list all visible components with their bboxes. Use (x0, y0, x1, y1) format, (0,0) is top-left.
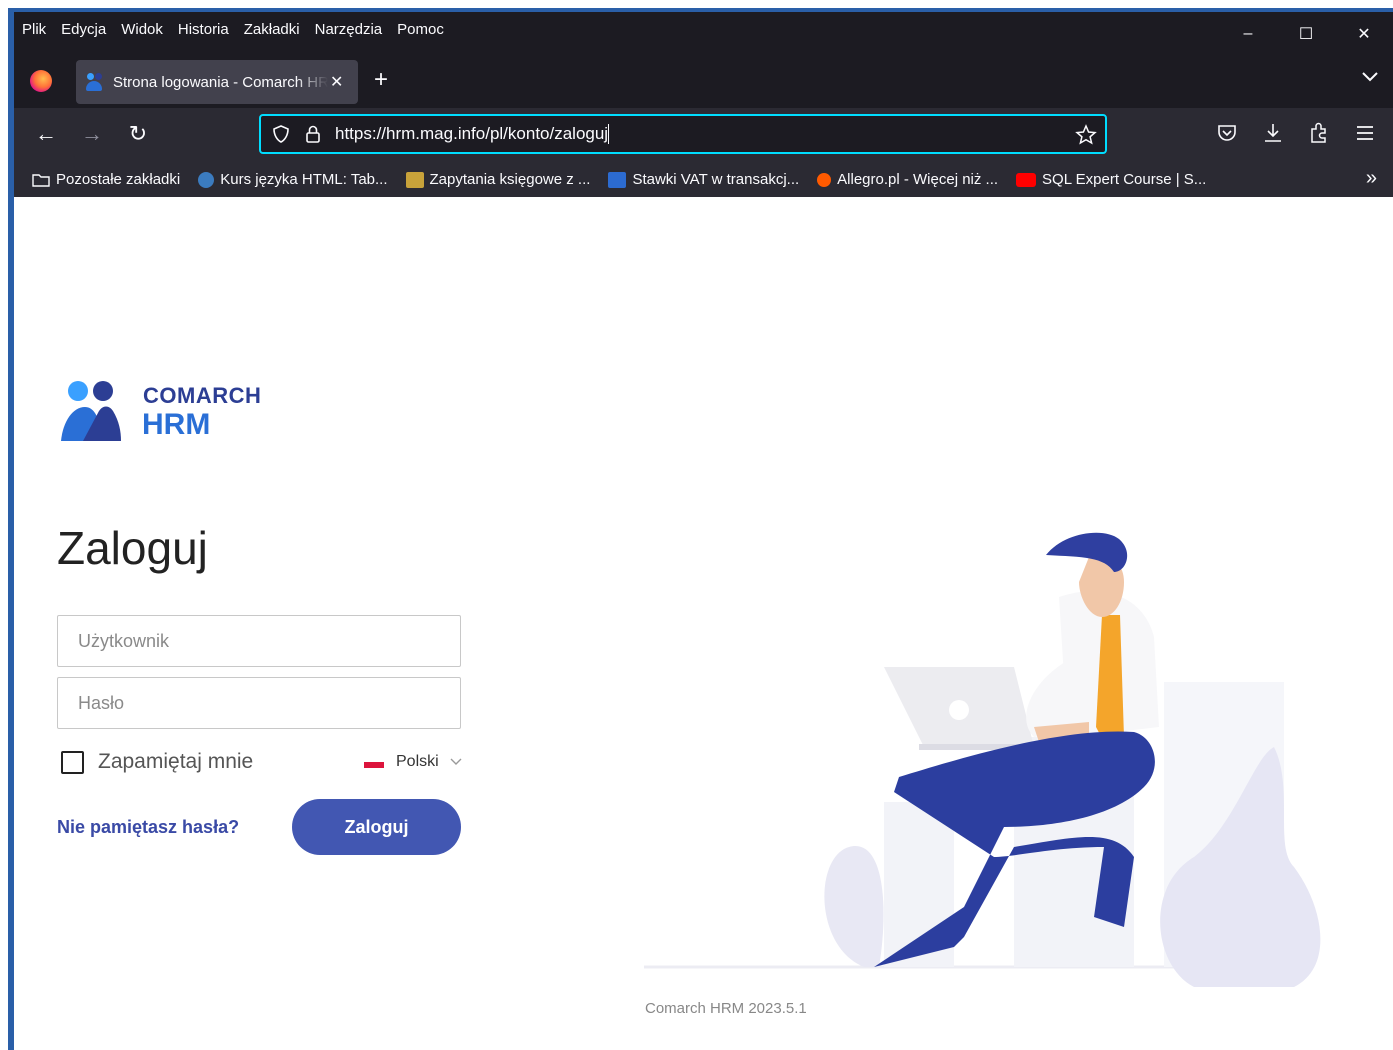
person-with-laptop-illustration (644, 532, 1321, 987)
bookmark-stawki-vat[interactable]: Stawki VAT w transakcj... (608, 171, 799, 188)
bookmark-zapytania[interactable]: Zapytania księgowe z ... (405, 171, 591, 188)
brand-name: COMARCH (143, 383, 262, 408)
menu-pomoc[interactable]: Pomoc (397, 21, 444, 38)
forward-button[interactable]: → (78, 120, 106, 148)
url-value: https://hrm.mag.info/pl/konto/zaloguj (335, 123, 609, 143)
bookmark-star-icon[interactable] (1075, 124, 1097, 146)
menu-historia[interactable]: Historia (178, 21, 229, 38)
close-icon: ✕ (1357, 26, 1371, 43)
back-arrow-icon: ← (35, 121, 57, 146)
close-window-button[interactable]: ✕ (1335, 12, 1393, 56)
bookmark-pozostale[interactable]: Pozostałe zakładki (32, 171, 180, 188)
bookmark-label: Kurs języka HTML: Tab... (220, 171, 388, 188)
site-icon (198, 171, 215, 188)
bookmark-allegro[interactable]: Allegro.pl - Więcej niż ... (817, 171, 998, 188)
text-caret (608, 124, 610, 145)
tab-login-page[interactable]: Strona logowania - Comarch HRM ✕ (76, 60, 358, 104)
folder-icon (32, 173, 50, 187)
back-button[interactable]: ← (32, 120, 60, 148)
forgot-password-link[interactable]: Nie pamiętasz hasła? (57, 817, 239, 838)
window-controls: – ☐ ✕ (1219, 12, 1393, 56)
extensions-icon[interactable] (1306, 120, 1332, 146)
address-bar[interactable]: https://hrm.mag.info/pl/konto/zaloguj (259, 114, 1107, 154)
browser-chrome: Plik Edycja Widok Historia Zakładki Narz… (14, 12, 1393, 197)
remember-me-label[interactable]: Zapamiętaj mnie (98, 750, 253, 774)
language-value: Polski (396, 753, 439, 770)
menu-widok[interactable]: Widok (121, 21, 163, 38)
bookmark-label: Zapytania księgowe z ... (429, 171, 591, 188)
comarch-favicon-icon (86, 73, 104, 91)
pocket-icon[interactable] (1214, 120, 1240, 146)
list-tabs-button[interactable] (1361, 70, 1379, 88)
navigation-toolbar: ← → ↻ https://hrm.mag.info/pl/konto/zalo… (14, 108, 1393, 162)
chevron-down-icon (450, 758, 462, 765)
allegro-icon (817, 172, 832, 187)
browser-window: Plik Edycja Widok Historia Zakładki Narz… (0, 0, 1393, 1050)
lock-icon[interactable] (305, 124, 321, 144)
bookmarks-toolbar: Pozostałe zakładki Kurs języka HTML: Tab… (14, 162, 1393, 197)
username-input[interactable] (57, 615, 461, 667)
hamburger-menu-icon[interactable] (1352, 120, 1378, 146)
url-text: https://hrm.mag.info/pl/konto/zaloguj (335, 123, 610, 145)
menu-edycja[interactable]: Edycja (61, 21, 106, 38)
menubar: Plik Edycja Widok Historia Zakładki Narz… (14, 12, 1393, 46)
bookmark-label: Pozostałe zakładki (56, 171, 181, 188)
tab-bar: Strona logowania - Comarch HRM ✕ + (14, 56, 1393, 108)
menu-narzedzia[interactable]: Narzędzia (315, 21, 383, 38)
maximize-icon: ☐ (1298, 26, 1314, 43)
brand-product: HRM (142, 408, 211, 441)
tab-title: Strona logowania - Comarch HRM (113, 73, 328, 91)
reload-icon: ↻ (128, 121, 148, 146)
chevron-down-icon (1362, 72, 1378, 82)
bookmark-sql-course[interactable]: SQL Expert Course | S... (1016, 171, 1206, 188)
tab-close-icon[interactable]: ✕ (330, 72, 343, 92)
firefox-icon[interactable] (30, 70, 52, 92)
menu-plik[interactable]: Plik (22, 21, 46, 38)
site-icon (608, 171, 627, 188)
tracking-shield-icon[interactable] (271, 124, 291, 144)
bookmark-kurs-html[interactable]: Kurs języka HTML: Tab... (198, 171, 388, 188)
password-input[interactable] (57, 677, 461, 729)
bookmark-label: SQL Expert Course | S... (1042, 171, 1207, 188)
downloads-icon[interactable] (1260, 120, 1286, 146)
site-icon (405, 171, 424, 188)
bookmarks-overflow-button[interactable]: » (1366, 167, 1377, 190)
bookmark-label: Stawki VAT w transakcj... (632, 171, 800, 188)
new-tab-button[interactable]: + (374, 68, 388, 92)
page-title: Zaloguj (57, 522, 208, 574)
poland-flag-icon (364, 756, 384, 768)
remember-me-checkbox[interactable] (61, 750, 84, 774)
version-footer: Comarch HRM 2023.5.1 (645, 1000, 807, 1017)
page-content: COMARCH HRM Zaloguj Zapamiętaj mnie Pols… (14, 197, 1393, 1050)
remember-me: Zapamiętaj mnie (61, 750, 253, 774)
maximize-button[interactable]: ☐ (1277, 12, 1335, 56)
language-select[interactable]: Polski (364, 753, 463, 771)
forward-arrow-icon: → (81, 121, 103, 146)
youtube-icon (1016, 172, 1037, 187)
reload-button[interactable]: ↻ (124, 120, 152, 148)
login-button[interactable]: Zaloguj (292, 799, 461, 855)
minimize-icon: – (1243, 25, 1253, 42)
menu-zakladki[interactable]: Zakładki (244, 21, 300, 38)
bookmark-label: Allegro.pl - Więcej niż ... (837, 171, 999, 188)
minimize-button[interactable]: – (1219, 12, 1277, 56)
